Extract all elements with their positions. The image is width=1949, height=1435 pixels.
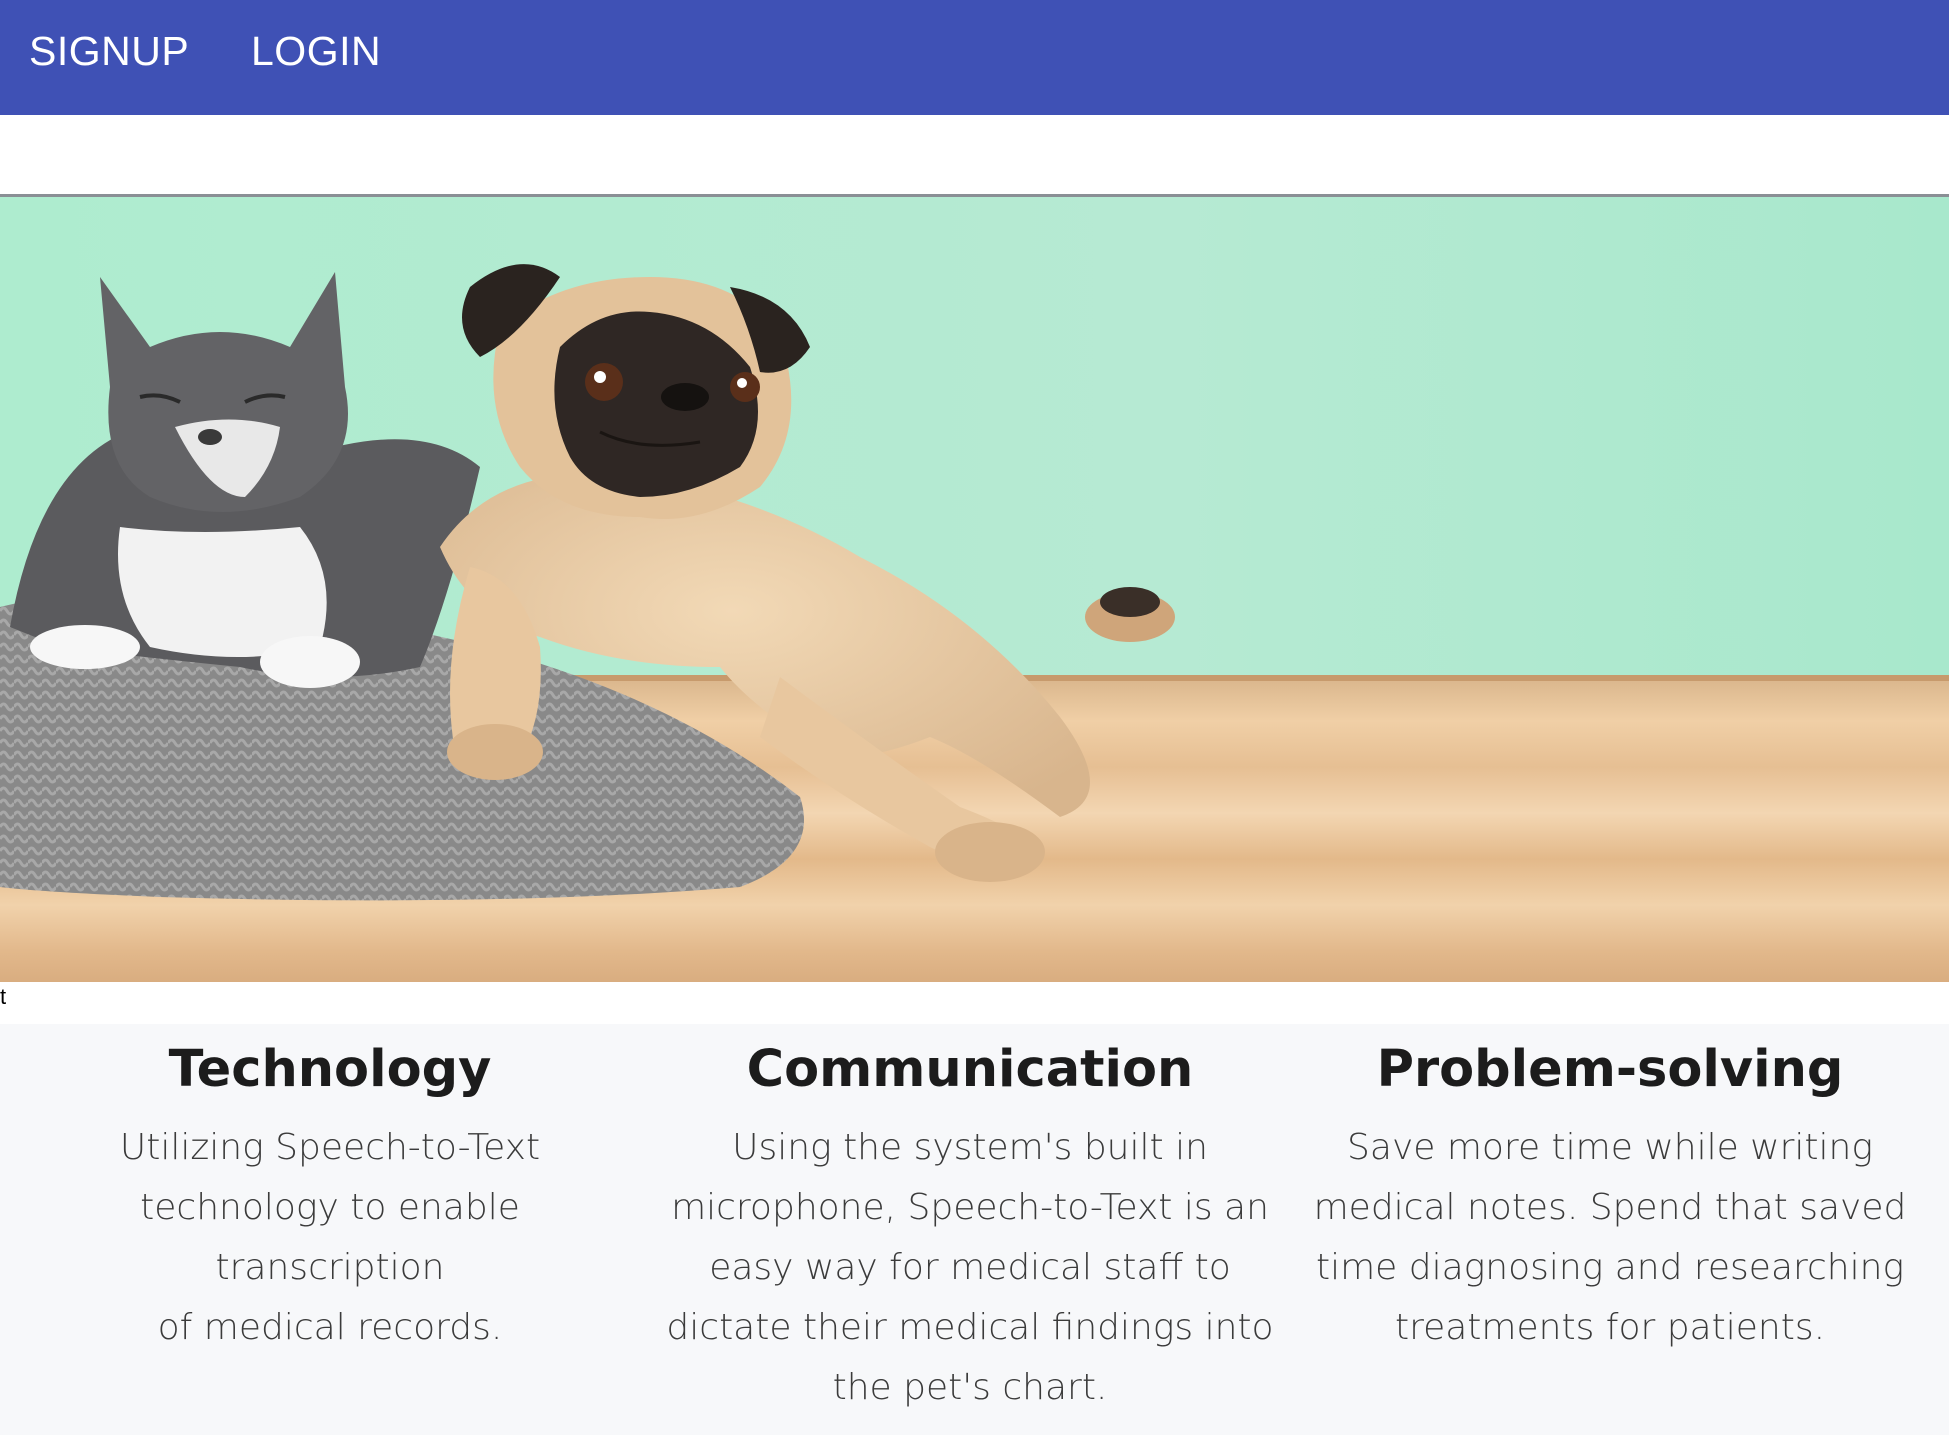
feature-line: dictate their medical findings into [666, 1307, 1274, 1348]
feature-description: Using the system's built in microphone, … [660, 1118, 1280, 1418]
login-link[interactable]: LOGIN [251, 28, 381, 75]
feature-title: Technology [168, 1040, 492, 1099]
signup-link[interactable]: SIGNUP [29, 28, 189, 75]
feature-line: treatments for patients. [1394, 1307, 1826, 1348]
hero-image-cat-and-pug [0, 197, 1949, 982]
feature-line: microphone, Speech-to-Text is an [671, 1187, 1269, 1228]
feature-line: technology to enable transcription [140, 1187, 520, 1288]
feature-title: Problem-solving [1376, 1040, 1844, 1099]
app-bar: SIGNUP LOGIN [0, 0, 1949, 115]
feature-problem-solving: Problem-solving Save more time while wri… [1300, 1024, 1920, 1358]
feature-line: of medical records. [157, 1307, 503, 1348]
feature-line: Utilizing Speech-to-Text [119, 1127, 541, 1168]
feature-line: time diagnosing and researching [1315, 1247, 1905, 1288]
feature-technology: Technology Utilizing Speech-to-Text tech… [20, 1024, 640, 1358]
feature-description: Utilizing Speech-to-Text technology to e… [20, 1118, 640, 1358]
feature-title: Communication [746, 1040, 1194, 1099]
stray-text: t [0, 984, 7, 1009]
features-section: Technology Utilizing Speech-to-Text tech… [0, 1024, 1949, 1435]
feature-description: Save more time while writing medical not… [1300, 1118, 1920, 1358]
feature-line: the pet's chart. [832, 1367, 1108, 1408]
feature-line: Using the system's built in [732, 1127, 1208, 1168]
header-spacer [0, 115, 1949, 195]
feature-line: medical notes. Spend that saved [1313, 1187, 1907, 1228]
feature-line: Save more time while writing [1347, 1127, 1873, 1168]
feature-communication: Communication Using the system's built i… [660, 1024, 1280, 1418]
feature-line: easy way for medical staff to [709, 1247, 1231, 1288]
